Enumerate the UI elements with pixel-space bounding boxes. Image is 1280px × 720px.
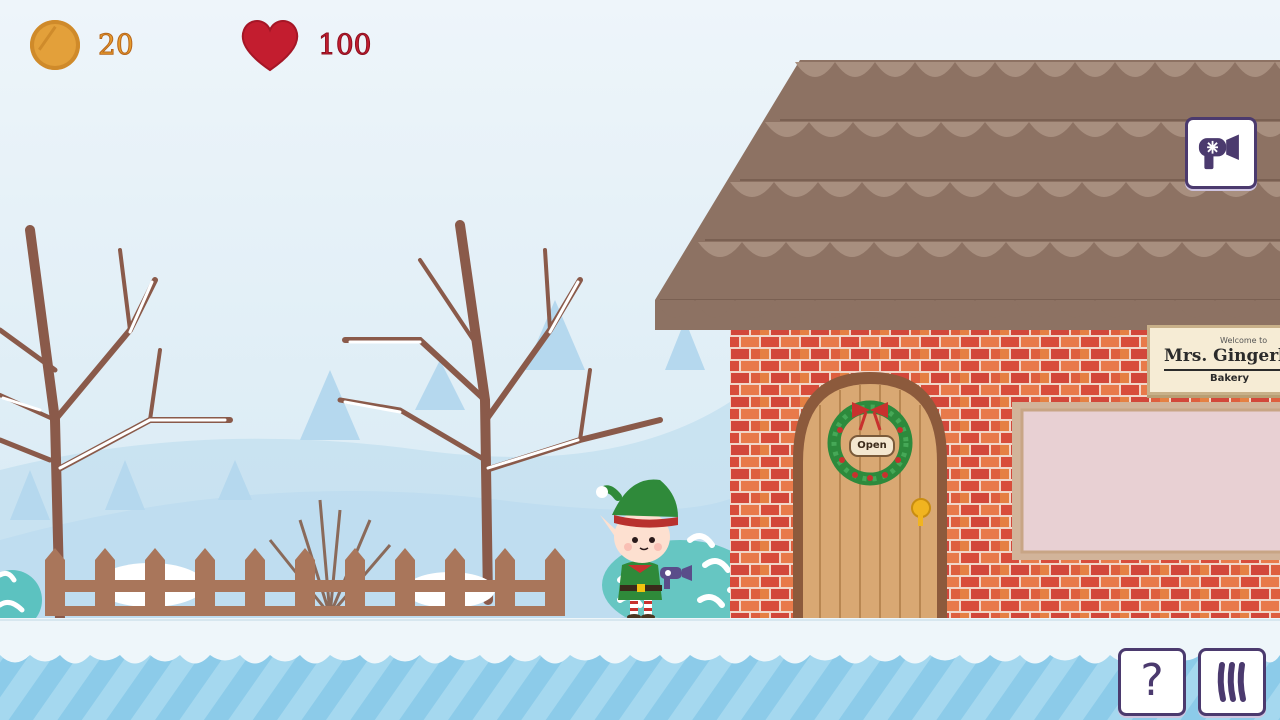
hairdryer-tool-button[interactable] <box>1185 117 1257 189</box>
door-open-sign: Open <box>849 435 895 457</box>
coin-icon <box>30 20 80 70</box>
help-label: ? <box>1140 655 1164 706</box>
game-scene <box>0 0 1280 720</box>
pause-button[interactable] <box>1198 648 1266 716</box>
help-button[interactable]: ? <box>1118 648 1186 716</box>
snow-drips <box>0 640 1280 664</box>
heart-icon <box>241 20 299 72</box>
hairdryer-icon <box>1198 134 1239 170</box>
icy-water <box>0 655 1280 720</box>
pause-icon <box>1217 662 1246 702</box>
coin-count: 20 <box>98 28 135 62</box>
sign-welcome-text: Welcome to <box>1220 336 1268 345</box>
sign-underline <box>1164 369 1280 371</box>
health-value: 100 <box>317 28 372 62</box>
sign-shop-name: Mrs. Gingerbre <box>1164 346 1280 366</box>
sign-shop-type: Bakery <box>1210 373 1249 384</box>
bakery-sign: Welcome to Mrs. Gingerbre Bakery <box>1147 325 1280 395</box>
